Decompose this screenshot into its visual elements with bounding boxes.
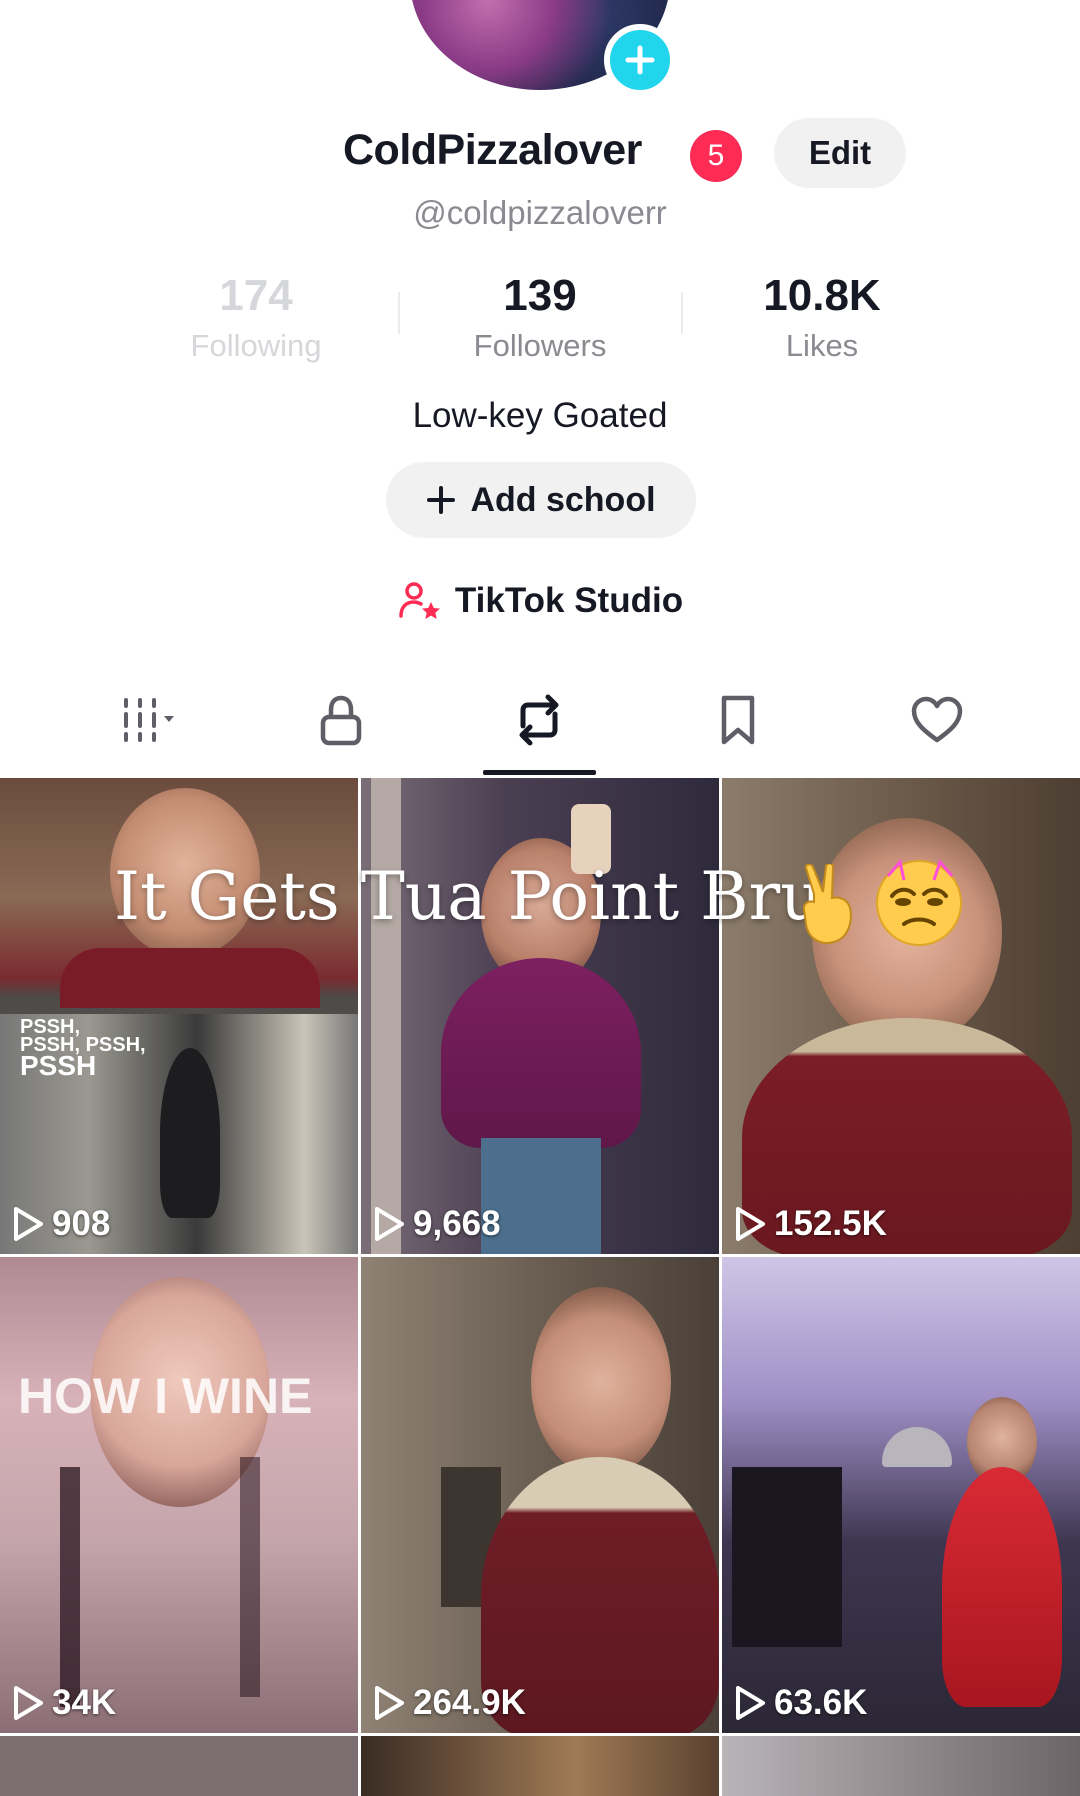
video-thumbnail[interactable]: 9,668 [361,778,719,1254]
video-thumbnail[interactable]: 152.5K [722,778,1080,1254]
lamp-image [882,1427,952,1467]
tiktok-studio-label: TikTok Studio [454,581,684,620]
view-count: 63.6K [732,1683,867,1723]
caption-overlay-text: It Gets Tua Point Bru [114,858,823,935]
play-icon [375,1207,404,1241]
username: @coldpizzaloverr [413,194,667,231]
profile-tabs [0,680,1080,776]
video-person-image [160,1048,220,1218]
play-icon [736,1686,765,1720]
video-person-image [441,958,641,1148]
add-story-button[interactable] [604,24,676,96]
view-count: 152.5K [732,1204,887,1244]
likes-label: Likes [785,328,859,363]
active-tab-indicator [483,770,596,775]
view-count-label: 908 [52,1204,111,1243]
tab-reposts[interactable] [484,680,594,760]
stat-divider [681,292,683,334]
view-count: 9,668 [371,1204,501,1244]
view-count: 908 [10,1204,110,1244]
stat-likes[interactable]: 10.8K Likes [712,270,932,364]
following-count: 174 [219,271,293,320]
likes-count: 10.8K [763,271,881,320]
play-icon [14,1207,43,1241]
video-thumbnail[interactable]: HOW I WINE 34K [0,1257,358,1733]
play-icon [14,1686,43,1720]
video-thumbnail[interactable] [361,1736,719,1796]
video-person-image [942,1467,1062,1707]
tab-liked[interactable] [882,680,992,760]
video-person-image [531,1287,671,1477]
video-thumbnail[interactable]: PSSH, PSSH, PSSH, PSSH 908 [0,778,358,1254]
lock-icon [320,695,362,746]
followers-count: 139 [503,271,577,320]
unamused-face-emoji [876,858,962,946]
view-count-label: 264.9K [413,1683,526,1722]
profile-bio: Low-key Goated [412,396,668,435]
add-school-label: Add school [470,480,656,519]
followers-label: Followers [473,328,607,363]
view-count: 34K [10,1683,116,1723]
victory-hand-emoji [802,864,852,944]
video-overlay-text: PSSH [20,1050,97,1081]
display-name: ColdPizzalover [343,126,642,174]
play-icon [736,1207,765,1241]
video-overlay-text: HOW I WINE [18,1368,313,1424]
video-scene [60,1467,80,1707]
bookmark-icon [721,695,755,745]
video-thumbnail[interactable]: 264.9K [361,1257,719,1733]
view-count-label: 152.5K [774,1204,887,1243]
grid-icon [124,698,174,742]
tab-videos[interactable] [90,680,200,760]
video-scene [732,1467,842,1647]
stat-following[interactable]: 174 Following [146,270,366,364]
stat-divider [398,292,400,334]
tab-favorites[interactable] [683,680,793,760]
notification-badge: 5 [690,130,742,182]
creator-star-icon [399,582,440,619]
video-scene [60,948,320,1008]
play-icon [375,1686,404,1720]
video-thumbnail[interactable] [722,1736,1080,1796]
add-school-button[interactable]: Add school [386,462,696,538]
edit-profile-button[interactable]: Edit [774,118,906,188]
heart-icon [911,696,963,743]
plus-icon [427,486,456,514]
repost-icon [519,694,559,746]
view-count-label: 63.6K [774,1683,868,1722]
following-label: Following [190,328,322,363]
video-scene [371,778,401,1254]
view-count: 264.9K [371,1683,526,1723]
video-scene [240,1457,260,1697]
video-thumbnail[interactable] [0,1736,358,1796]
video-overlay-text: PSSH, PSSH, PSSH, [20,1016,146,1056]
tab-private[interactable] [286,680,396,760]
plus-icon [625,45,655,75]
video-thumbnail[interactable]: 63.6K [722,1257,1080,1733]
tiktok-studio-link[interactable]: TikTok Studio [0,578,1080,624]
view-count-label: 9,668 [413,1204,501,1243]
view-count-label: 34K [52,1683,117,1722]
stat-followers[interactable]: 139 Followers [430,270,650,364]
